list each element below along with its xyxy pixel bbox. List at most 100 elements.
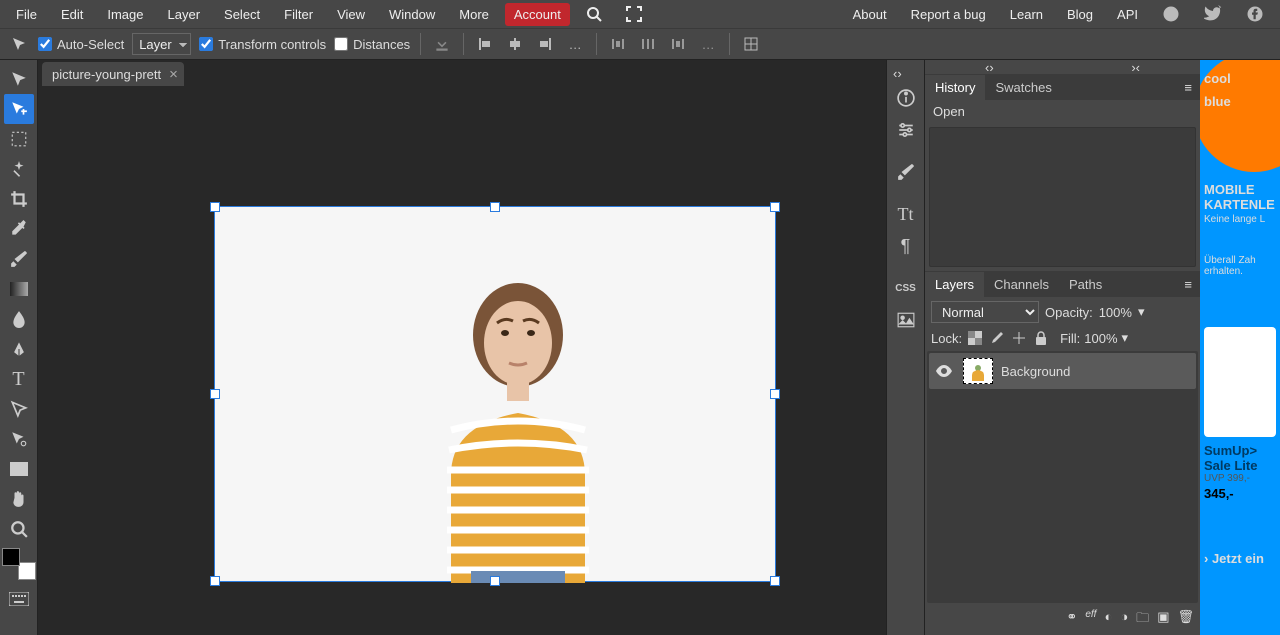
blur-tool[interactable] [4,304,34,334]
menu-more[interactable]: More [447,2,501,27]
facebook-icon[interactable] [1234,0,1276,28]
dropdown-icon[interactable]: ▾ [1122,330,1129,346]
menu-layer[interactable]: Layer [156,2,213,27]
eyedropper-tool[interactable] [4,214,34,244]
fill-value[interactable]: 100% [1084,331,1117,346]
lock-all-icon[interactable] [1032,329,1050,347]
path-select-tool[interactable] [4,394,34,424]
auto-select-type[interactable]: Layer [132,33,191,55]
group-icon[interactable]: 🗀 [1136,609,1149,631]
shape-tool[interactable] [4,454,34,484]
transform-controls-checkbox[interactable]: Transform controls [199,37,326,52]
character-panel-icon[interactable]: Tt [892,200,920,228]
align-center-h-icon[interactable] [504,33,526,55]
twitter-icon[interactable] [1192,0,1234,28]
crop-tool[interactable] [4,184,34,214]
blend-mode-select[interactable]: Normal [931,301,1039,323]
close-tab-icon[interactable]: × [169,66,178,83]
grid-icon[interactable] [740,33,762,55]
picture-panel-icon[interactable] [892,306,920,334]
menu-learn[interactable]: Learn [998,2,1055,27]
collapse-left-icon[interactable]: ‹› [985,60,994,74]
menu-select[interactable]: Select [212,2,272,27]
transform-handle[interactable] [490,576,500,586]
auto-select-input[interactable] [38,37,52,51]
menu-api[interactable]: API [1105,2,1150,27]
transform-handle[interactable] [210,576,220,586]
menu-account[interactable]: Account [505,3,570,26]
dropdown-icon[interactable]: ▾ [1138,304,1145,320]
menu-window[interactable]: Window [377,2,447,27]
transform-handle[interactable] [210,389,220,399]
opacity-value[interactable]: 100% [1099,305,1132,320]
align-more-icon[interactable]: … [564,33,586,55]
panel-menu-icon[interactable]: ≡ [1176,74,1200,100]
gradient-tool[interactable] [4,274,34,304]
history-entry[interactable]: Open [925,100,1200,123]
tab-channels[interactable]: Channels [984,272,1059,297]
ad-cta[interactable]: › Jetzt ein [1204,551,1276,566]
menu-edit[interactable]: Edit [49,2,95,27]
css-panel-icon[interactable]: CSS [892,274,920,302]
brush-panel-icon[interactable] [892,158,920,186]
adjustment-icon[interactable]: ◑ [1120,609,1128,631]
tab-history[interactable]: History [925,75,985,100]
new-layer-icon[interactable]: ▣ [1157,609,1169,631]
menu-blog[interactable]: Blog [1055,2,1105,27]
collapse-right-icon[interactable]: ›‹ [1131,60,1140,74]
background-color[interactable] [18,562,36,580]
distribute-center-icon[interactable] [637,33,659,55]
reddit-icon[interactable] [1150,0,1192,28]
foreground-color[interactable] [2,548,20,566]
artboard-tool[interactable] [4,94,34,124]
layer-row[interactable]: Background [929,353,1196,389]
distribute-left-icon[interactable] [607,33,629,55]
delete-layer-icon[interactable]: 🗑 [1177,609,1194,631]
tab-layers[interactable]: Layers [925,272,984,297]
lock-transparency-icon[interactable] [966,329,984,347]
transform-handle[interactable] [770,202,780,212]
image-canvas[interactable] [214,206,776,582]
text-tool[interactable]: T [4,364,34,394]
transform-handle[interactable] [210,202,220,212]
align-left-icon[interactable] [474,33,496,55]
menu-filter[interactable]: Filter [272,2,325,27]
panel-menu-icon[interactable]: ≡ [1176,271,1200,297]
search-icon[interactable] [574,1,614,27]
info-panel-icon[interactable] [892,84,920,112]
menu-about[interactable]: About [841,2,899,27]
link-layers-icon[interactable]: ⚭ [1066,609,1077,631]
transform-handle[interactable] [770,576,780,586]
canvas[interactable] [38,88,886,635]
zoom-tool[interactable] [4,514,34,544]
pen-tool[interactable] [4,334,34,364]
menu-report-bug[interactable]: Report a bug [899,2,998,27]
layer-thumbnail[interactable] [963,358,993,384]
lock-position-icon[interactable] [1010,329,1028,347]
menu-image[interactable]: Image [95,2,155,27]
select-tool[interactable] [4,124,34,154]
transform-handle[interactable] [490,202,500,212]
collapse-icon[interactable]: ‹› [893,66,902,80]
direct-select-tool[interactable] [4,424,34,454]
adjustments-panel-icon[interactable] [892,116,920,144]
hand-tool[interactable] [4,484,34,514]
distribute-right-icon[interactable] [667,33,689,55]
paragraph-panel-icon[interactable]: ¶ [892,232,920,260]
document-tab[interactable]: picture-young-prett × [42,62,184,86]
move-tool[interactable] [4,64,34,94]
tab-paths[interactable]: Paths [1059,272,1112,297]
mask-icon[interactable]: ◐ [1104,609,1112,631]
transform-handle[interactable] [770,389,780,399]
auto-select-checkbox[interactable]: Auto-Select [38,37,124,52]
brush-tool[interactable] [4,244,34,274]
menu-file[interactable]: File [4,2,49,27]
download-icon[interactable] [431,33,453,55]
color-swatches[interactable] [2,548,36,580]
wand-tool[interactable] [4,154,34,184]
layer-name[interactable]: Background [1001,364,1070,379]
tab-swatches[interactable]: Swatches [985,75,1061,100]
fullscreen-icon[interactable] [614,1,654,27]
menu-view[interactable]: View [325,2,377,27]
visibility-toggle-icon[interactable] [935,365,955,377]
